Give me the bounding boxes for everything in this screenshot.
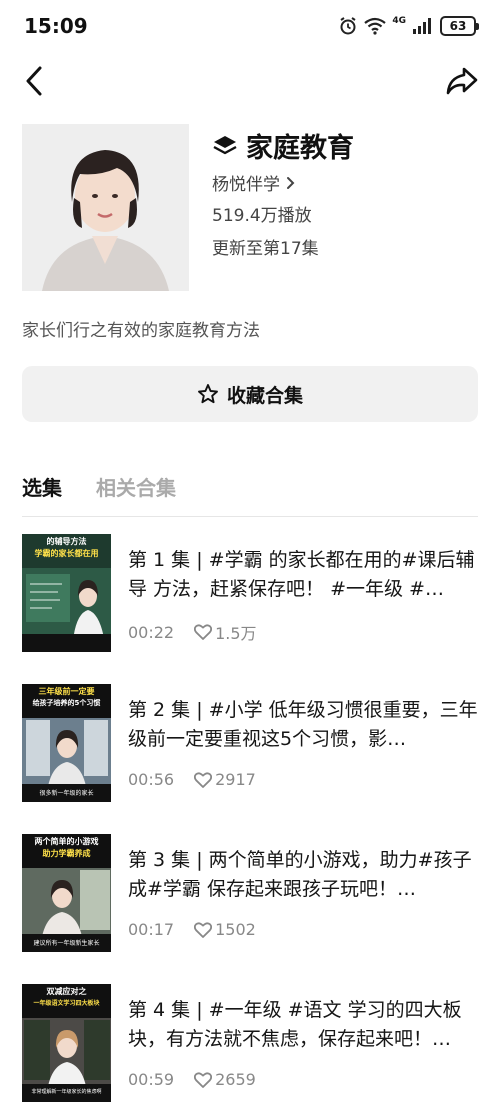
star-icon: [198, 384, 218, 404]
status-bar: 15:09 4G 63: [0, 0, 500, 56]
signal-icon: [413, 18, 431, 34]
episode-duration: 00:56: [128, 770, 175, 789]
episode-duration: 00:59: [128, 1070, 175, 1089]
wifi-icon: [364, 17, 387, 35]
status-time: 15:09: [24, 14, 88, 38]
series-cover-image: [22, 124, 189, 291]
author-name: 杨悦伴学: [212, 175, 280, 195]
episode-title: 第 2 集 | #小学 低年级习惯很重要，三年级前一定要重视这5个习惯，影…: [128, 699, 478, 750]
series-title-row: 家庭教育: [212, 126, 354, 165]
series-description: 家长们行之有效的家庭教育方法: [22, 321, 260, 341]
thumbnail-caption-bottom: 建议所有一年级新生家长: [33, 940, 100, 947]
thumbnail-caption-bottom: 很多新一年级的家长: [39, 790, 94, 797]
series-title: 家庭教育: [246, 133, 354, 164]
share-icon: [446, 67, 478, 95]
top-nav: [0, 56, 500, 106]
cover-portrait: [22, 124, 189, 291]
network-type: 4G: [392, 15, 406, 26]
author-link[interactable]: 杨悦伴学: [212, 170, 296, 195]
collect-series-button[interactable]: 收藏合集: [22, 366, 478, 422]
tab-bar: 选集 相关合集: [22, 472, 176, 501]
episode-meta: 00:22 1.5万: [128, 620, 257, 644]
episode-title: 第 3 集 | 两个简单的小游戏，助力#孩子 成#学霸 保存起来跟孩子玩吧！…: [128, 849, 472, 900]
like-count: 1502: [215, 920, 256, 939]
heart-icon: [194, 921, 213, 938]
tab-episodes[interactable]: 选集: [22, 472, 62, 501]
back-arrow-icon: [26, 66, 42, 96]
episode-item[interactable]: 两个简单的小游戏 助力学霸养成 建议所有一年级新生家长 第 3 集 | 两个简单…: [0, 832, 500, 952]
collect-label: 收藏合集: [226, 384, 303, 407]
episode-likes: 1502: [194, 920, 256, 939]
thumbnail-caption-top: 三年级前一定要: [38, 687, 95, 696]
thumbnail-caption-sub: 学霸的家长都在用: [34, 549, 99, 558]
heart-icon: [194, 1071, 213, 1088]
thumbnail-caption-top: 两个简单的小游戏: [34, 837, 99, 846]
episode-title: 第 1 集 | #学霸 的家长都在用的#课后辅导 方法，赶紧保存吧！ #一年级 …: [128, 549, 475, 600]
episode-item[interactable]: 的辅导方法 学霸的家长都在用 第 1 集 | #学霸 的家长都在用的#课后辅导 …: [0, 532, 500, 652]
thumbnail-caption-bottom: 非常理解新一年级家长的焦虑啊: [31, 1089, 102, 1095]
episode-meta: 00:59 2659: [128, 1070, 256, 1089]
like-count: 2917: [215, 770, 256, 789]
episode-thumbnail: 两个简单的小游戏 助力学霸养成 建议所有一年级新生家长: [22, 834, 111, 952]
back-button[interactable]: [20, 64, 50, 98]
like-count: 1.5万: [215, 624, 257, 643]
episode-likes: 2659: [194, 1070, 256, 1089]
thumbnail-caption-sub: 助力学霸养成: [42, 849, 91, 858]
thumbnail-caption-sub: 一年级语文学习四大板块: [33, 1000, 100, 1007]
thumbnail-caption-top: 的辅导方法: [46, 537, 87, 546]
episode-title: 第 4 集 | #一年级 #语文 学习的四大板块，有方法就不焦虑，保存起来吧！…: [128, 999, 462, 1050]
share-button[interactable]: [444, 64, 480, 98]
alarm-icon: [340, 17, 356, 35]
episode-thumbnail: 的辅导方法 学霸的家长都在用: [22, 534, 111, 652]
episode-item[interactable]: 双减应对之 一年级语文学习四大板块 非常理解新一年级家长的焦虑啊 第 4 集 |…: [0, 982, 500, 1102]
tab-divider: [22, 516, 478, 517]
thumbnail-caption-sub: 给孩子培养的5个习惯: [32, 699, 101, 707]
episode-meta: 00:17 1502: [128, 920, 256, 939]
episode-duration: 00:17: [128, 920, 175, 939]
episode-thumbnail: 双减应对之 一年级语文学习四大板块 非常理解新一年级家长的焦虑啊: [22, 984, 111, 1102]
like-count: 2659: [215, 1070, 256, 1089]
episode-likes: 1.5万: [194, 620, 257, 644]
status-icons: 4G 63: [338, 15, 479, 36]
update-status: 更新至第17集: [212, 239, 319, 259]
episode-item[interactable]: 三年级前一定要 给孩子培养的5个习惯 很多新一年级的家长 第 2 集 | #小学…: [0, 682, 500, 802]
layers-icon: [213, 135, 237, 154]
chevron-right-icon: [287, 176, 295, 189]
heart-icon: [194, 624, 213, 640]
episode-duration: 00:22: [128, 622, 175, 642]
battery-indicator: 63: [440, 16, 479, 36]
play-count: 519.4万播放: [212, 206, 312, 226]
heart-icon: [194, 771, 213, 788]
tab-related-series[interactable]: 相关合集: [96, 472, 176, 501]
episode-meta: 00:56 2917: [128, 770, 256, 789]
episode-thumbnail: 三年级前一定要 给孩子培养的5个习惯 很多新一年级的家长: [22, 684, 111, 802]
thumbnail-caption-top: 双减应对之: [46, 987, 87, 996]
episode-likes: 2917: [194, 770, 256, 789]
